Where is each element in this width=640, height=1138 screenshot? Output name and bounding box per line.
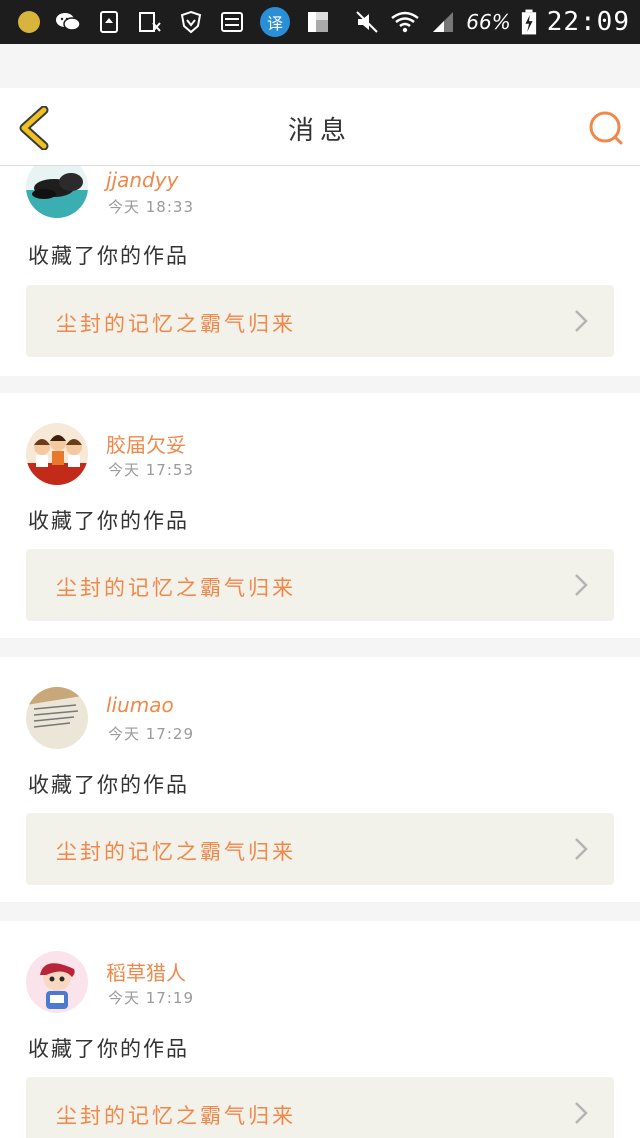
work-link[interactable]: 尘封的记忆之霸气归来 <box>26 813 614 885</box>
avatar[interactable] <box>26 951 88 1013</box>
message-action: 收藏了你的作品 <box>28 244 189 268</box>
message-time: 今天 17:19 <box>108 989 194 1007</box>
message-action: 收藏了你的作品 <box>28 773 189 797</box>
work-title: 尘封的记忆之霸气归来 <box>56 1104 296 1128</box>
recycle-icon <box>100 11 118 33</box>
username[interactable]: liumao <box>106 693 174 717</box>
username[interactable]: jjandyy <box>106 168 178 192</box>
chevron-right-icon <box>575 574 588 596</box>
work-link[interactable]: 尘封的记忆之霸气归来 <box>26 1077 614 1138</box>
translate-icon: 译 <box>260 7 290 37</box>
battery-percent: 66% <box>466 10 511 34</box>
message-action: 收藏了你的作品 <box>28 509 189 533</box>
avatar[interactable] <box>26 423 88 485</box>
shield-icon <box>180 10 202 34</box>
notification-dot-icon <box>18 11 40 33</box>
message-action: 收藏了你的作品 <box>28 1037 189 1061</box>
signal-icon <box>433 12 454 32</box>
flipboard-icon <box>308 12 328 32</box>
nav-header: 消息 <box>0 88 640 166</box>
page-title: 消息 <box>287 116 352 146</box>
work-title: 尘封的记忆之霸气归来 <box>56 576 296 600</box>
storage-icon <box>221 12 243 32</box>
message-card: jjandyy 今天 18:33 收藏了你的作品 尘封的记忆之霸气归来 <box>0 166 640 376</box>
work-title: 尘封的记忆之霸气归来 <box>56 312 296 336</box>
username[interactable]: 胶届欠妥 <box>106 429 186 458</box>
clock: 22:09 <box>546 7 630 37</box>
message-list[interactable]: jjandyy 今天 18:33 收藏了你的作品 尘封的记忆之霸气归来 胶届欠妥… <box>0 166 640 1138</box>
mute-icon <box>356 11 378 33</box>
search-icon[interactable] <box>586 108 626 148</box>
message-time: 今天 18:33 <box>108 198 194 216</box>
message-time: 今天 17:29 <box>108 725 194 743</box>
wifi-icon <box>391 11 420 33</box>
message-time: 今天 17:53 <box>108 461 194 479</box>
avatar[interactable] <box>26 687 88 749</box>
message-card: liumao 今天 17:29 收藏了你的作品 尘封的记忆之霸气归来 <box>0 657 640 902</box>
work-link[interactable]: 尘封的记忆之霸气归来 <box>26 549 614 621</box>
message-card: 稻草猎人 今天 17:19 收藏了你的作品 尘封的记忆之霸气归来 <box>0 921 640 1138</box>
chevron-right-icon <box>575 838 588 860</box>
work-title: 尘封的记忆之霸气归来 <box>56 840 296 864</box>
status-bar: 译 66% 22:09 <box>0 0 640 44</box>
chevron-right-icon <box>575 1102 588 1124</box>
chevron-right-icon <box>575 310 588 332</box>
avatar[interactable] <box>26 166 88 218</box>
message-card: 胶届欠妥 今天 17:53 收藏了你的作品 尘封的记忆之霸气归来 <box>0 393 640 638</box>
battery-charging-icon <box>521 9 536 35</box>
username[interactable]: 稻草猎人 <box>106 957 186 986</box>
wechat-icon <box>56 13 81 31</box>
work-link[interactable]: 尘封的记忆之霸气归来 <box>26 285 614 357</box>
doc-x-icon <box>139 12 161 32</box>
